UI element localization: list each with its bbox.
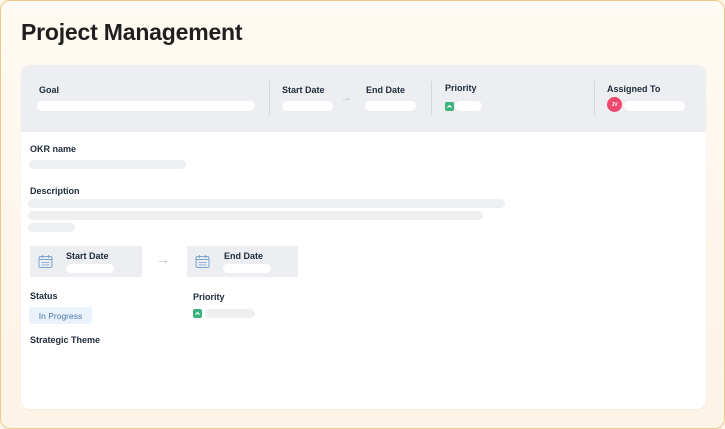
divider	[594, 81, 595, 115]
arrow-right-icon: →	[156, 251, 170, 267]
divider	[431, 81, 432, 115]
start-date-label: Start Date	[66, 251, 109, 261]
start-date-box[interactable]: Start Date	[30, 246, 142, 277]
calendar-icon	[195, 255, 210, 268]
assigned-to-label: Assigned To	[607, 84, 661, 94]
status-badge[interactable]: In Progress	[29, 307, 92, 324]
summary-header: Goal Start Date → End Date Priority Assi…	[21, 65, 706, 132]
header-priority-label: Priority	[445, 83, 477, 93]
chevron-up-icon	[193, 309, 202, 318]
end-date-label: End Date	[224, 251, 264, 261]
calendar-icon	[38, 255, 53, 268]
description-label: Description	[30, 186, 80, 196]
priority-field[interactable]	[205, 309, 255, 318]
description-line	[28, 223, 75, 232]
assignee-field[interactable]	[624, 101, 685, 111]
header-start-date-field[interactable]	[282, 101, 333, 111]
description-line	[28, 211, 483, 220]
page-title: Project Management	[21, 19, 243, 45]
end-date-value	[223, 264, 271, 273]
header-start-date-label: Start Date	[282, 85, 325, 95]
strategic-theme-label: Strategic Theme	[30, 335, 101, 345]
okr-card: Goal Start Date → End Date Priority Assi…	[21, 65, 706, 409]
end-date-box[interactable]: End Date	[187, 246, 298, 277]
app-frame: Project Management Goal Start Date → End…	[0, 0, 725, 429]
okr-name-label: OKR name	[30, 144, 77, 154]
okr-name-field[interactable]	[29, 160, 186, 169]
chevron-up-icon	[445, 102, 454, 111]
status-label: Status	[30, 291, 58, 301]
header-end-date-label: End Date	[366, 85, 406, 95]
arrow-right-icon: →	[340, 90, 352, 104]
header-priority-field[interactable]	[455, 101, 482, 111]
start-date-value	[66, 264, 114, 273]
avatar[interactable]: JV	[607, 97, 622, 112]
header-end-date-field[interactable]	[365, 101, 416, 111]
goal-field[interactable]	[37, 101, 255, 111]
description-line	[28, 199, 505, 208]
priority-label: Priority	[193, 292, 225, 302]
divider	[269, 81, 270, 115]
goal-label: Goal	[39, 85, 60, 95]
